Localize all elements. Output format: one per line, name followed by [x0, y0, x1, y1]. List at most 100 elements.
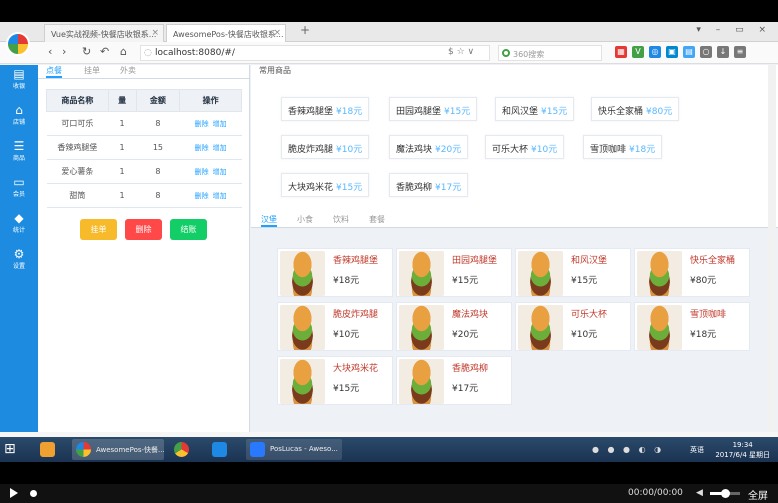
system-tray-icons[interactable]: ● ● ● ◐ ◑: [592, 445, 664, 454]
goods-price: ¥10元: [336, 145, 363, 155]
bookmark-star-icon[interactable]: $ ☆ ∨: [448, 47, 474, 57]
goods-card[interactable]: 田园鸡腿堡 ¥15元: [396, 248, 512, 297]
often-goods-item[interactable]: 魔法鸡块 ¥20元: [389, 135, 469, 159]
often-goods-item[interactable]: 田园鸡腿堡 ¥15元: [389, 97, 478, 121]
goods-card[interactable]: 大块鸡米花 ¥15元: [277, 356, 393, 405]
goods-card[interactable]: 雪顶咖啡 ¥18元: [634, 302, 750, 351]
often-goods-item[interactable]: 香辣鸡腿堡 ¥18元: [281, 97, 370, 121]
often-goods-item[interactable]: 雪顶咖啡 ¥18元: [583, 135, 663, 159]
often-goods-item[interactable]: 可乐大杯 ¥10元: [485, 135, 565, 159]
back-icon[interactable]: ‹: [48, 45, 52, 58]
nav-item-settings[interactable]: ⚙ 设置: [0, 247, 38, 270]
table-row: 香辣鸡腿堡 1 15 删除 增加: [46, 135, 242, 160]
goods-panel: 常用商品 香辣鸡腿堡 ¥18元 田园鸡腿堡 ¥15元 和风汉堡 ¥15元 快乐全家桶 ¥…: [251, 65, 778, 432]
nav-item-cashier[interactable]: ▤ 收银: [0, 67, 38, 90]
order-tabs: 点餐 挂单 外卖: [38, 65, 250, 79]
delete-link[interactable]: 删除: [195, 192, 209, 200]
goods-price: ¥18元: [629, 145, 656, 155]
ime-indicator[interactable]: 英语: [690, 445, 704, 455]
volume-slider[interactable]: [710, 489, 740, 498]
tab-burger[interactable]: 汉堡: [261, 214, 277, 227]
windows-taskbar: ⊞ AwesomePos-快餐... PosLucas - Aweso... ●…: [0, 437, 778, 462]
goods-name: 雪顶咖啡: [590, 145, 627, 155]
tab-order[interactable]: 点餐: [46, 65, 62, 78]
delete-link[interactable]: 删除: [195, 120, 209, 128]
windows-start-icon[interactable]: ⊞: [4, 441, 16, 457]
nav-label: 商品: [12, 155, 25, 162]
delete-link[interactable]: 删除: [195, 144, 209, 152]
delete-all-button[interactable]: 删除: [125, 219, 162, 240]
extension-icon[interactable]: ◎: [649, 46, 661, 58]
add-link[interactable]: 增加: [213, 168, 227, 176]
tab-hang[interactable]: 挂单: [84, 65, 100, 76]
goods-card[interactable]: 魔法鸡块 ¥20元: [396, 302, 512, 351]
nav-item-goods[interactable]: ☰ 商品: [0, 139, 38, 162]
nav-item-member[interactable]: ▭ 会员: [0, 175, 38, 198]
volume-icon[interactable]: ◀: [696, 488, 703, 498]
taskbar-app[interactable]: [36, 439, 66, 460]
nav-item-stats[interactable]: ◆ 统计: [0, 211, 38, 234]
desktop-screen: Vue实战视频-快餐店收银系... × AwesomePos-快餐店收银系...…: [0, 22, 778, 462]
hang-button[interactable]: 挂单: [80, 219, 117, 240]
goods-card[interactable]: 香辣鸡腿堡 ¥18元: [277, 248, 393, 297]
menu-icon[interactable]: ≡: [734, 46, 746, 58]
goods-card[interactable]: 脆皮炸鸡腿 ¥10元: [277, 302, 393, 351]
often-goods-item[interactable]: 脆皮炸鸡腿 ¥10元: [281, 135, 370, 159]
add-link[interactable]: 增加: [213, 120, 227, 128]
shield-icon[interactable]: V: [632, 46, 644, 58]
goods-card[interactable]: 和风汉堡 ¥15元: [515, 248, 631, 297]
url-input[interactable]: ◌ localhost:8080/#/: [140, 45, 490, 61]
forward-icon[interactable]: ›: [62, 45, 66, 58]
browser-tabbar: Vue实战视频-快餐店收银系... × AwesomePos-快餐店收银系...…: [0, 22, 778, 42]
close-tab-icon[interactable]: ×: [151, 28, 159, 38]
tab-drink[interactable]: 饮料: [333, 214, 349, 225]
add-link[interactable]: 增加: [213, 144, 227, 152]
taskbar-app[interactable]: [170, 439, 200, 460]
taskbar-browser-window[interactable]: AwesomePos-快餐...: [72, 439, 164, 460]
often-goods-item[interactable]: 大块鸡米花 ¥15元: [281, 173, 370, 197]
goods-card[interactable]: 可乐大杯 ¥10元: [515, 302, 631, 351]
search-engine-icon: [502, 49, 510, 57]
close-tab-icon[interactable]: ×: [273, 28, 281, 38]
grid-icon[interactable]: ▣: [666, 46, 678, 58]
checkout-button[interactable]: 结账: [170, 219, 207, 240]
taskbar-vscode-window[interactable]: PosLucas - Aweso...: [246, 439, 342, 460]
new-tab-icon[interactable]: +: [300, 23, 310, 37]
goods-card[interactable]: 快乐全家桶 ¥80元: [634, 248, 750, 297]
delete-link[interactable]: 删除: [195, 168, 209, 176]
cloud-icon[interactable]: ○: [700, 46, 712, 58]
home-icon[interactable]: ⌂: [120, 45, 127, 58]
often-goods-item[interactable]: 香脆鸡柳 ¥17元: [389, 173, 469, 197]
clock-time: 19:34: [732, 441, 753, 449]
taskbar-clock[interactable]: 19:34 2017/6/4 星期日: [715, 440, 770, 460]
browser-tab-active[interactable]: AwesomePos-快餐店收银系... ×: [166, 24, 286, 42]
window-controls[interactable]: ▾ – ▭ ×: [696, 25, 772, 35]
add-link[interactable]: 增加: [213, 192, 227, 200]
note-icon[interactable]: ▤: [683, 46, 695, 58]
play-icon[interactable]: [10, 488, 18, 498]
tab-takeout[interactable]: 外卖: [120, 65, 136, 76]
often-goods-item[interactable]: 和风汉堡 ¥15元: [495, 97, 575, 121]
apps-icon[interactable]: ▦: [615, 46, 627, 58]
food-image: [637, 251, 682, 296]
goods-price: ¥15元: [333, 384, 360, 394]
often-goods-item[interactable]: 快乐全家桶 ¥80元: [591, 97, 680, 121]
item-name: 可口可乐: [46, 111, 109, 136]
item-qty: 1: [108, 111, 137, 136]
volume-knob[interactable]: [721, 489, 730, 498]
tab-combo[interactable]: 套餐: [369, 214, 385, 225]
search-input[interactable]: 360搜索: [498, 45, 602, 61]
tab-snack[interactable]: 小食: [297, 214, 313, 225]
progress-knob[interactable]: [30, 490, 37, 497]
nav-item-store[interactable]: ⌂ 店铺: [0, 103, 38, 126]
undo-icon[interactable]: ↶: [100, 45, 109, 58]
browser-tab[interactable]: Vue实战视频-快餐店收银系... ×: [44, 24, 164, 42]
taskbar-app[interactable]: [208, 439, 238, 460]
fullscreen-button[interactable]: 全屏: [748, 487, 768, 502]
page-scrollbar[interactable]: [768, 65, 776, 432]
reload-icon[interactable]: ↻: [82, 45, 91, 58]
food-image: [399, 305, 444, 350]
download-icon[interactable]: ↓: [717, 46, 729, 58]
goods-card[interactable]: 香脆鸡柳 ¥17元: [396, 356, 512, 405]
goods-price: ¥17元: [435, 183, 462, 193]
